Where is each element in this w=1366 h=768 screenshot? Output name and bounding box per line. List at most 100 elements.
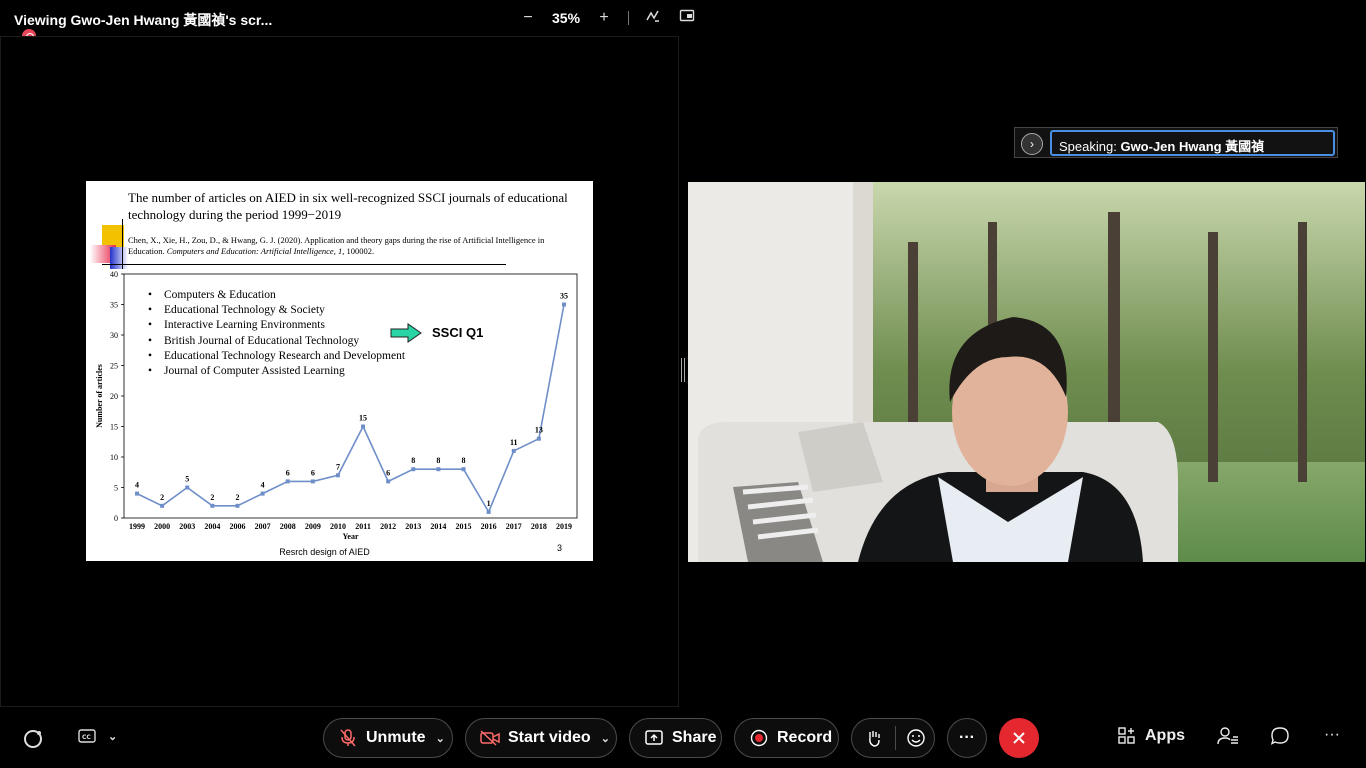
apps-button[interactable]: Apps <box>1117 726 1185 746</box>
annotate-icon[interactable] <box>643 8 663 29</box>
chat-button[interactable] <box>1270 726 1290 746</box>
data-point <box>461 467 466 472</box>
x-tick-label: 2017 <box>506 522 522 531</box>
citation-end: 100002. <box>344 246 375 256</box>
zoom-out-button[interactable]: − <box>518 9 538 27</box>
x-axis-label: Year <box>343 532 359 541</box>
data-label: 35 <box>560 292 568 301</box>
speaker-name: Gwo-Jen Hwang 黃國禎 <box>1120 139 1265 154</box>
share-button[interactable]: Share <box>629 718 722 758</box>
overflow-icon: ··· <box>1324 726 1340 743</box>
unmute-label: Unmute <box>366 729 426 746</box>
more-options-button[interactable]: ··· <box>947 718 987 758</box>
data-label: 11 <box>510 438 518 447</box>
y-tick-label: 0 <box>114 514 118 523</box>
data-point <box>285 479 290 484</box>
participants-button[interactable] <box>1217 726 1239 746</box>
data-point <box>310 479 315 484</box>
slide-page-number: 3 <box>557 543 563 553</box>
x-tick-label: 2011 <box>355 522 371 531</box>
data-point <box>235 503 240 508</box>
reactions-icon[interactable] <box>906 728 926 748</box>
captions-button[interactable]: CC ⌄ <box>78 729 117 743</box>
data-label: 2 <box>235 493 239 502</box>
y-tick-label: 35 <box>110 301 118 310</box>
zoom-in-button[interactable]: + <box>594 9 614 27</box>
data-point <box>135 491 139 496</box>
data-point <box>486 509 491 514</box>
view-options-icon[interactable] <box>677 8 697 29</box>
slide-divider <box>102 264 506 265</box>
x-tick-label: 2014 <box>430 522 446 531</box>
closed-captions-icon: CC <box>78 729 96 743</box>
data-label: 7 <box>336 462 340 471</box>
record-button[interactable]: Record <box>734 718 839 758</box>
slide-decoration <box>110 247 128 269</box>
data-label: 13 <box>535 426 543 435</box>
x-tick-label: 2008 <box>280 522 296 531</box>
panel-resize-handle[interactable] <box>681 358 685 382</box>
data-point <box>436 467 441 472</box>
data-point <box>210 503 215 508</box>
x-tick-label: 2018 <box>531 522 547 531</box>
chevron-down-icon[interactable]: ⌄ <box>436 732 445 745</box>
raise-hand-icon[interactable] <box>864 728 883 748</box>
y-tick-label: 20 <box>110 392 118 401</box>
x-tick-label: 2003 <box>179 522 195 531</box>
ssci-label: SSCI Q1 <box>432 325 484 340</box>
data-label: 4 <box>261 481 265 490</box>
data-label: 15 <box>359 414 367 423</box>
divider <box>628 11 630 25</box>
journal-list-item: Journal of Computer Assisted Learning <box>148 364 405 379</box>
start-video-button[interactable]: Start video ⌄ <box>465 718 617 758</box>
overflow-menu-button[interactable]: ··· <box>1324 726 1340 744</box>
x-tick-label: 2012 <box>380 522 396 531</box>
chevron-down-icon[interactable]: ⌄ <box>601 732 610 745</box>
x-tick-label: 2009 <box>305 522 321 531</box>
data-label: 6 <box>386 468 390 477</box>
data-label: 2 <box>210 493 214 502</box>
x-tick-label: 1999 <box>129 522 145 531</box>
journal-list-item: Computers & Education <box>148 288 405 303</box>
y-axis-label: Number of articles <box>95 364 104 428</box>
slide-title: The number of articles on AIED in six we… <box>128 190 568 222</box>
connection-status-icon[interactable] <box>22 728 44 750</box>
slide-divider <box>122 219 123 269</box>
data-label: 8 <box>462 456 466 465</box>
chevron-down-icon: ⌄ <box>108 730 118 743</box>
slide-caption: Resrch design of AIED <box>279 547 370 557</box>
start-video-label: Start video <box>508 729 591 746</box>
record-label: Record <box>777 729 833 746</box>
y-tick-label: 10 <box>110 453 118 462</box>
data-label: 4 <box>135 481 139 490</box>
data-point <box>361 424 366 429</box>
x-tick-label: 2004 <box>204 522 220 531</box>
y-tick-label: 25 <box>110 362 118 371</box>
arrow-right-icon <box>390 323 422 343</box>
close-icon <box>1013 732 1025 744</box>
data-point <box>536 436 541 441</box>
meeting-controls-bar: CC ⌄ Unmute ⌄ Start video ⌄ Share Record <box>0 708 1366 768</box>
data-point <box>511 448 516 453</box>
muted-microphone-icon <box>338 728 358 748</box>
y-tick-label: 5 <box>114 484 118 493</box>
chat-icon <box>1270 727 1289 745</box>
divider <box>895 726 896 750</box>
speaking-label-box: Speaking: Gwo-Jen Hwang 黃國禎 <box>1050 130 1335 156</box>
x-tick-label: 2010 <box>330 522 346 531</box>
data-point <box>386 479 391 484</box>
zoom-controls: − 35% + <box>518 6 697 30</box>
end-call-button[interactable] <box>999 718 1039 758</box>
data-point <box>260 491 265 496</box>
speaking-prefix: Speaking: <box>1059 139 1117 154</box>
share-screen-icon <box>644 728 664 748</box>
unmute-button[interactable]: Unmute ⌄ <box>323 718 453 758</box>
apps-icon <box>1118 727 1135 744</box>
expand-chevron-icon[interactable]: › <box>1021 133 1043 155</box>
x-tick-label: 2007 <box>255 522 271 531</box>
window-title: Viewing Gwo-Jen Hwang 黃國禎's scr... <box>14 12 273 28</box>
x-tick-label: 2000 <box>154 522 170 531</box>
x-tick-label: 2006 <box>229 522 245 531</box>
x-tick-label: 2015 <box>456 522 472 531</box>
journal-list-item: British Journal of Educational Technolog… <box>148 334 405 349</box>
